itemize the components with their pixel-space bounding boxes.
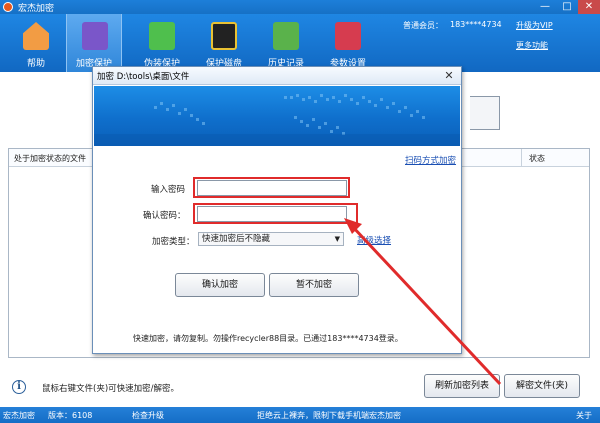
annotation-arrow-icon bbox=[344, 218, 502, 386]
